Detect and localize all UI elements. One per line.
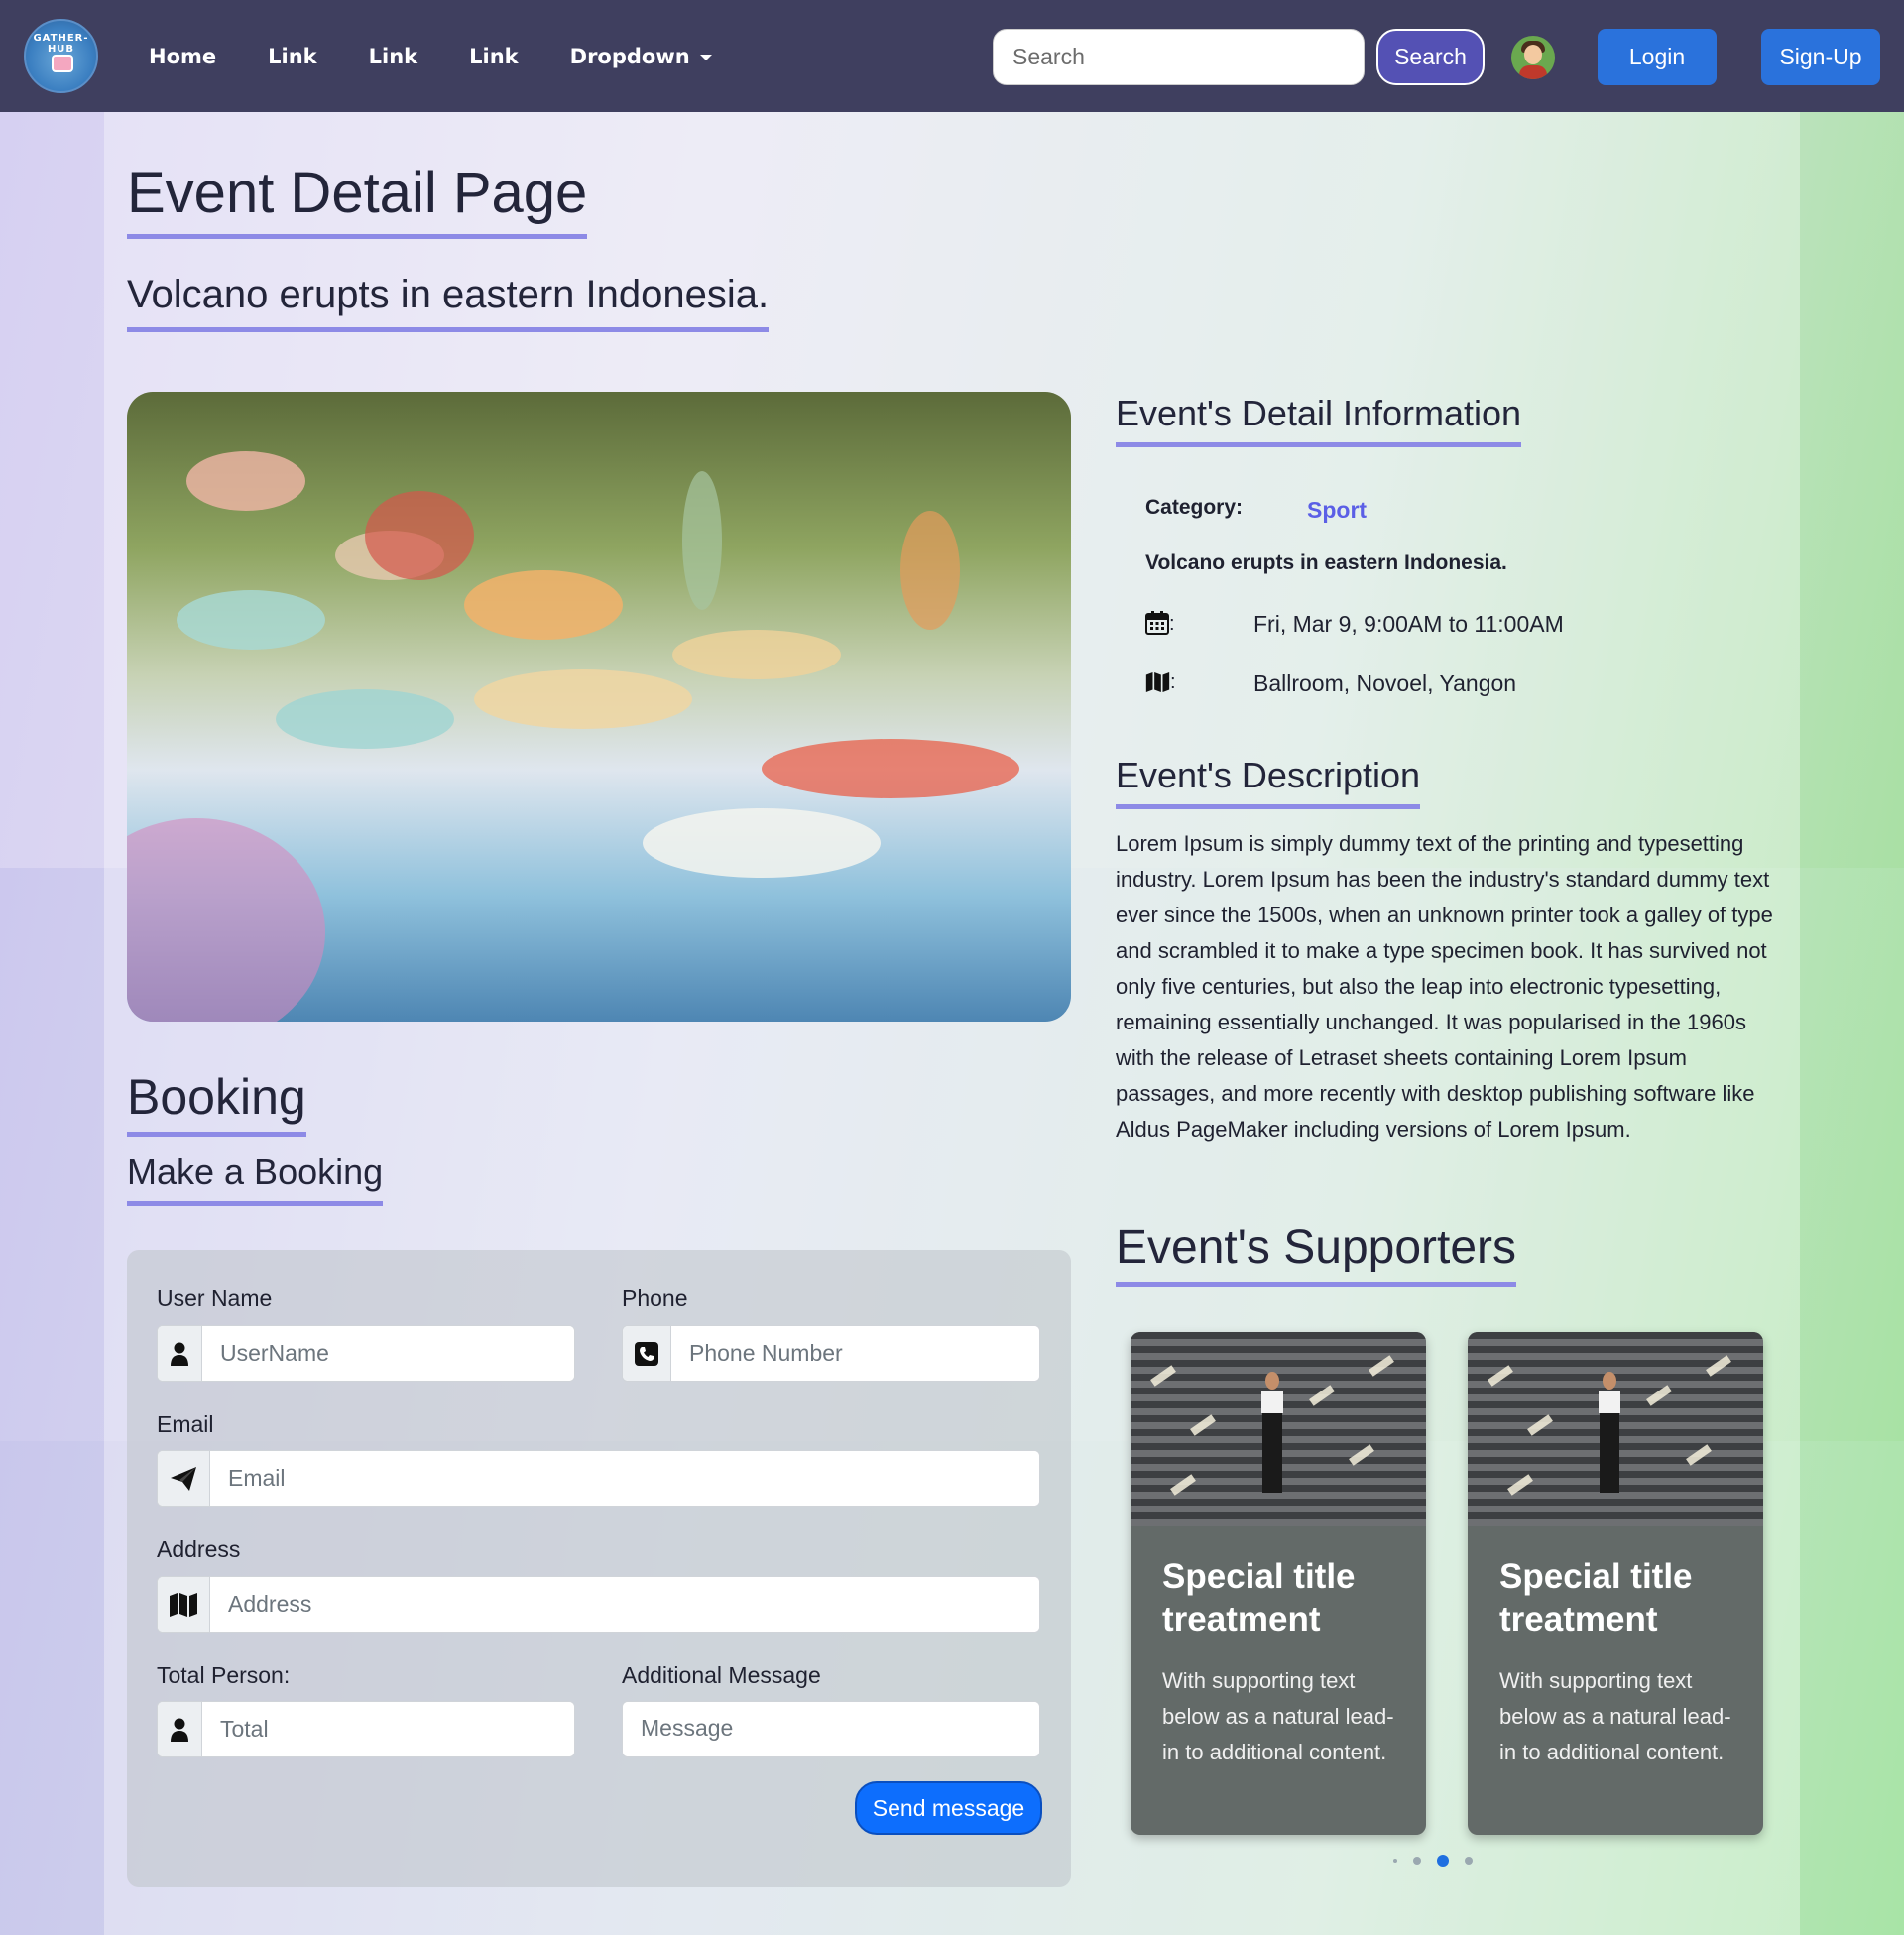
event-name: Volcano erupts in eastern Indonesia. bbox=[1145, 551, 1507, 574]
nav-dropdown-label: Dropdown bbox=[569, 44, 690, 68]
total-label: Total Person: bbox=[157, 1662, 291, 1688]
card-title: Special title treatment bbox=[1499, 1557, 1693, 1638]
email-input[interactable] bbox=[210, 1451, 1039, 1506]
navbar: GATHER-HUB Home Link Link Link Dropdown … bbox=[0, 0, 1904, 112]
username-label: User Name bbox=[157, 1285, 273, 1311]
supporter-image bbox=[1130, 1332, 1426, 1526]
nav-links: Home Link Link Link Dropdown bbox=[149, 0, 764, 112]
nav-link-1[interactable]: Link bbox=[268, 45, 317, 68]
category-label: Category: bbox=[1145, 496, 1244, 519]
page-title: Event Detail Page bbox=[127, 163, 588, 239]
avatar-face bbox=[1524, 45, 1542, 64]
booking-title: Booking bbox=[127, 1071, 306, 1137]
card-text: With supporting text below as a natural … bbox=[1162, 1668, 1394, 1764]
phone-icon bbox=[623, 1326, 671, 1381]
event-date: Fri, Mar 9, 9:00AM to 11:00AM bbox=[1253, 611, 1564, 637]
nav-link-3[interactable]: Link bbox=[469, 45, 519, 68]
event-place: Ballroom, Novoel, Yangon bbox=[1253, 670, 1517, 696]
send-message-button[interactable]: Send message bbox=[855, 1781, 1042, 1835]
total-input[interactable] bbox=[202, 1702, 574, 1756]
booking-subtitle: Make a Booking bbox=[127, 1153, 384, 1206]
carousel-indicators bbox=[1393, 1854, 1488, 1868]
signup-button[interactable]: Sign-Up bbox=[1761, 29, 1880, 85]
map-icon bbox=[158, 1577, 210, 1632]
carousel-dot-active[interactable] bbox=[1437, 1855, 1449, 1867]
carousel-dot[interactable] bbox=[1393, 1859, 1397, 1863]
phone-group bbox=[622, 1325, 1040, 1382]
map-icon bbox=[1145, 671, 1170, 699]
address-input[interactable] bbox=[210, 1577, 1039, 1632]
address-label: Address bbox=[157, 1536, 241, 1562]
username-input[interactable] bbox=[202, 1326, 574, 1381]
paper-plane-icon bbox=[158, 1451, 210, 1506]
card-title: Special title treatment bbox=[1162, 1557, 1356, 1638]
card-text: With supporting text below as a natural … bbox=[1499, 1668, 1731, 1764]
caret-down-icon bbox=[699, 54, 712, 60]
message-group bbox=[622, 1701, 1040, 1757]
address-group bbox=[157, 1576, 1040, 1633]
user-icon bbox=[158, 1702, 202, 1756]
place-colon: : bbox=[1170, 671, 1176, 693]
message-textarea[interactable] bbox=[623, 1702, 1039, 1756]
description-text: Lorem Ipsum is simply dummy text of the … bbox=[1116, 831, 1773, 1142]
supporters-title: Event's Supporters bbox=[1116, 1222, 1517, 1288]
email-label: Email bbox=[157, 1411, 214, 1437]
date-colon: : bbox=[1169, 613, 1175, 635]
message-label: Additional Message bbox=[622, 1662, 821, 1688]
supporter-card[interactable]: Special title treatment With supporting … bbox=[1468, 1332, 1763, 1835]
supporter-image bbox=[1468, 1332, 1763, 1526]
avatar-body bbox=[1519, 65, 1547, 79]
phone-label: Phone bbox=[622, 1285, 688, 1311]
event-image bbox=[127, 392, 1071, 1022]
login-button[interactable]: Login bbox=[1598, 29, 1717, 85]
cake-icon bbox=[52, 55, 73, 72]
description-title: Event's Description bbox=[1116, 757, 1421, 809]
username-group bbox=[157, 1325, 575, 1382]
logo[interactable]: GATHER-HUB bbox=[24, 19, 98, 93]
nav-dropdown[interactable]: Dropdown bbox=[570, 45, 712, 68]
calendar-icon bbox=[1145, 611, 1169, 641]
email-group bbox=[157, 1450, 1040, 1507]
nav-link-home[interactable]: Home bbox=[149, 45, 216, 68]
logo-text: GATHER-HUB bbox=[33, 33, 89, 55]
search-button[interactable]: Search bbox=[1376, 29, 1485, 85]
supporter-card[interactable]: Special title treatment With supporting … bbox=[1130, 1332, 1426, 1835]
page-subtitle: Volcano erupts in eastern Indonesia. bbox=[127, 274, 770, 332]
nav-link-2[interactable]: Link bbox=[369, 45, 418, 68]
detail-title: Event's Detail Information bbox=[1116, 395, 1522, 447]
carousel-dot[interactable] bbox=[1413, 1857, 1421, 1865]
search-input[interactable] bbox=[993, 29, 1365, 85]
avatar[interactable] bbox=[1511, 36, 1555, 79]
user-icon bbox=[158, 1326, 202, 1381]
category-value[interactable]: Sport bbox=[1307, 497, 1367, 524]
total-group bbox=[157, 1701, 575, 1757]
carousel-dot[interactable] bbox=[1465, 1857, 1473, 1865]
phone-input[interactable] bbox=[671, 1326, 1039, 1381]
